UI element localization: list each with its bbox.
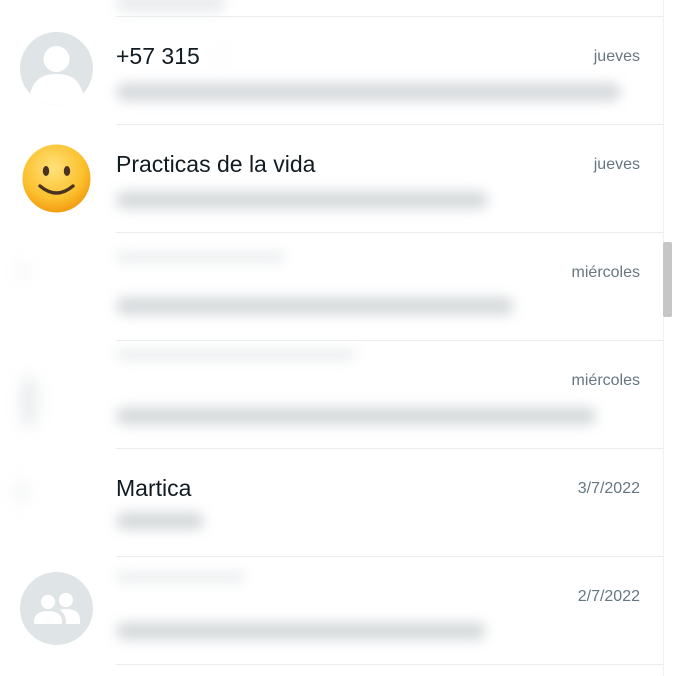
blurred-name <box>116 252 286 262</box>
scrollbar[interactable] <box>663 0 681 676</box>
chat-list: +57 315 jueves Practicas de la vida juev… <box>0 0 681 676</box>
chat-row-5[interactable]: Martica 3/7/2022 <box>0 448 663 556</box>
default-group-icon <box>34 593 80 624</box>
default-person-icon <box>30 46 83 105</box>
chat-row-2[interactable]: Practicas de la vida jueves <box>0 124 663 232</box>
chat-name: Practicas de la vida <box>116 151 316 177</box>
chat-name: Martica <box>116 475 192 501</box>
blurred-avatar <box>22 378 36 426</box>
blurred-preview <box>116 297 514 315</box>
chat-time: jueves <box>593 48 640 65</box>
blurred-name <box>116 350 356 360</box>
chat-name: +57 315 <box>116 43 200 69</box>
chat-row-6[interactable]: 2/7/2022 <box>0 556 663 664</box>
blurred-name-remnant <box>218 52 224 58</box>
chat-time: 3/7/2022 <box>577 480 640 497</box>
blurred-preview <box>116 407 596 425</box>
blurred-preview <box>116 0 226 12</box>
slightly-smiling-face-emoji-icon <box>22 144 91 213</box>
chat-time: miércoles <box>571 372 640 389</box>
blurred-avatar <box>20 264 26 278</box>
chat-row-4[interactable]: miércoles <box>0 340 663 448</box>
scrollbar-thumb[interactable] <box>663 242 672 317</box>
blurred-preview <box>116 83 621 101</box>
blurred-avatar <box>18 480 24 504</box>
avatar <box>20 32 93 105</box>
chat-divider <box>116 664 663 665</box>
avatar <box>20 142 93 215</box>
chat-time: miércoles <box>571 264 640 281</box>
chat-time: jueves <box>593 156 640 173</box>
blurred-preview <box>116 622 486 640</box>
avatar <box>20 572 93 645</box>
blurred-name <box>116 572 246 582</box>
blurred-preview <box>116 191 488 209</box>
chat-row-3[interactable]: miércoles <box>0 232 663 340</box>
chat-time: 2/7/2022 <box>577 588 640 605</box>
chat-row-1[interactable]: +57 315 jueves <box>0 16 663 124</box>
blurred-preview <box>116 512 204 530</box>
